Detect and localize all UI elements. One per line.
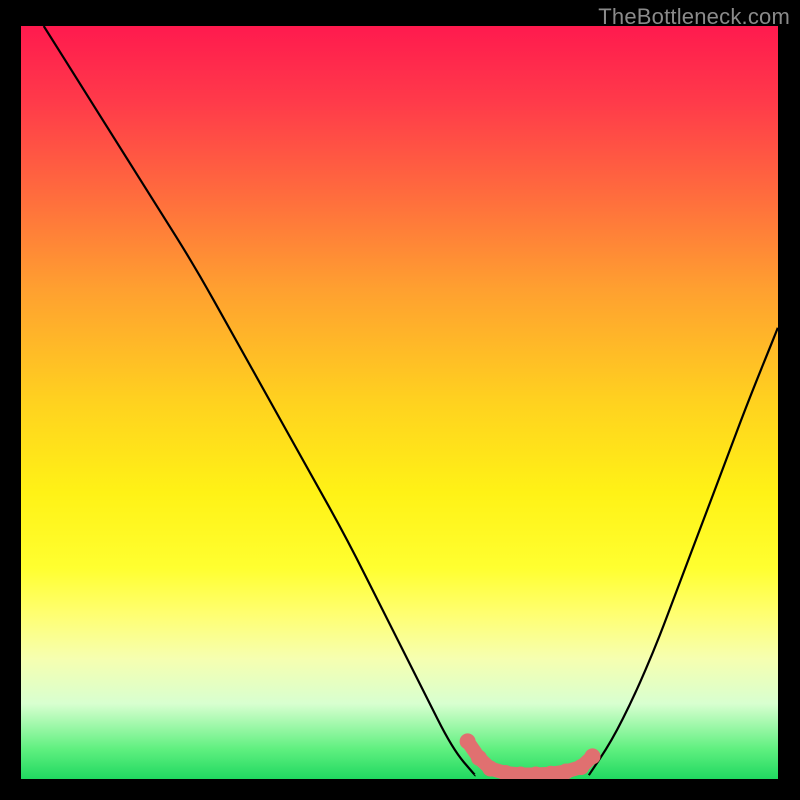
nodule-dot (460, 733, 476, 749)
chart-frame: TheBottleneck.com (0, 0, 800, 800)
bottom-nodule-dots (460, 733, 601, 779)
right-curve-line (589, 327, 778, 775)
nodule-dot (558, 764, 574, 780)
chart-svg (21, 26, 778, 779)
nodule-dot (585, 748, 601, 764)
nodule-dot (482, 761, 498, 777)
watermark-text: TheBottleneck.com (598, 4, 790, 30)
chart-plot-area (21, 26, 778, 779)
left-curve-line (44, 26, 476, 775)
